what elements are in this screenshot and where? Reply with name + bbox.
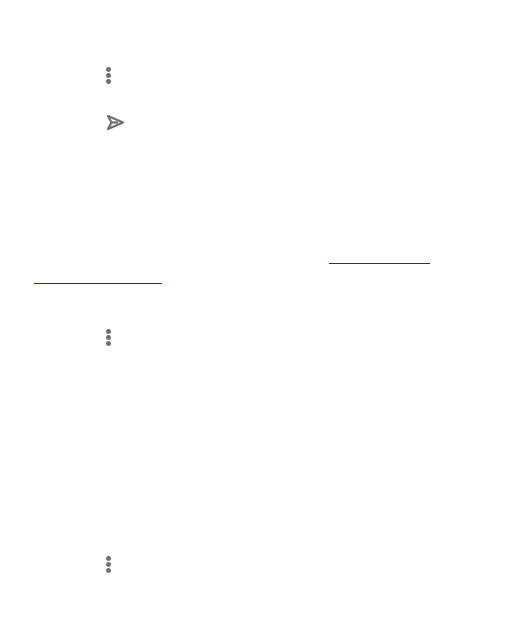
more-vertical-icon bbox=[106, 329, 112, 347]
dot bbox=[106, 568, 111, 573]
dot bbox=[106, 556, 111, 561]
dot bbox=[106, 73, 111, 78]
send-icon bbox=[107, 115, 124, 130]
dot bbox=[106, 335, 111, 340]
dot bbox=[106, 562, 111, 567]
dot bbox=[106, 67, 111, 72]
hyperlink-underline[interactable] bbox=[34, 283, 162, 284]
dot bbox=[106, 79, 111, 84]
more-vertical-icon bbox=[106, 556, 112, 574]
dot bbox=[106, 329, 111, 334]
dot bbox=[106, 341, 111, 346]
hyperlink-underline[interactable] bbox=[329, 263, 430, 264]
more-vertical-icon bbox=[106, 67, 112, 85]
